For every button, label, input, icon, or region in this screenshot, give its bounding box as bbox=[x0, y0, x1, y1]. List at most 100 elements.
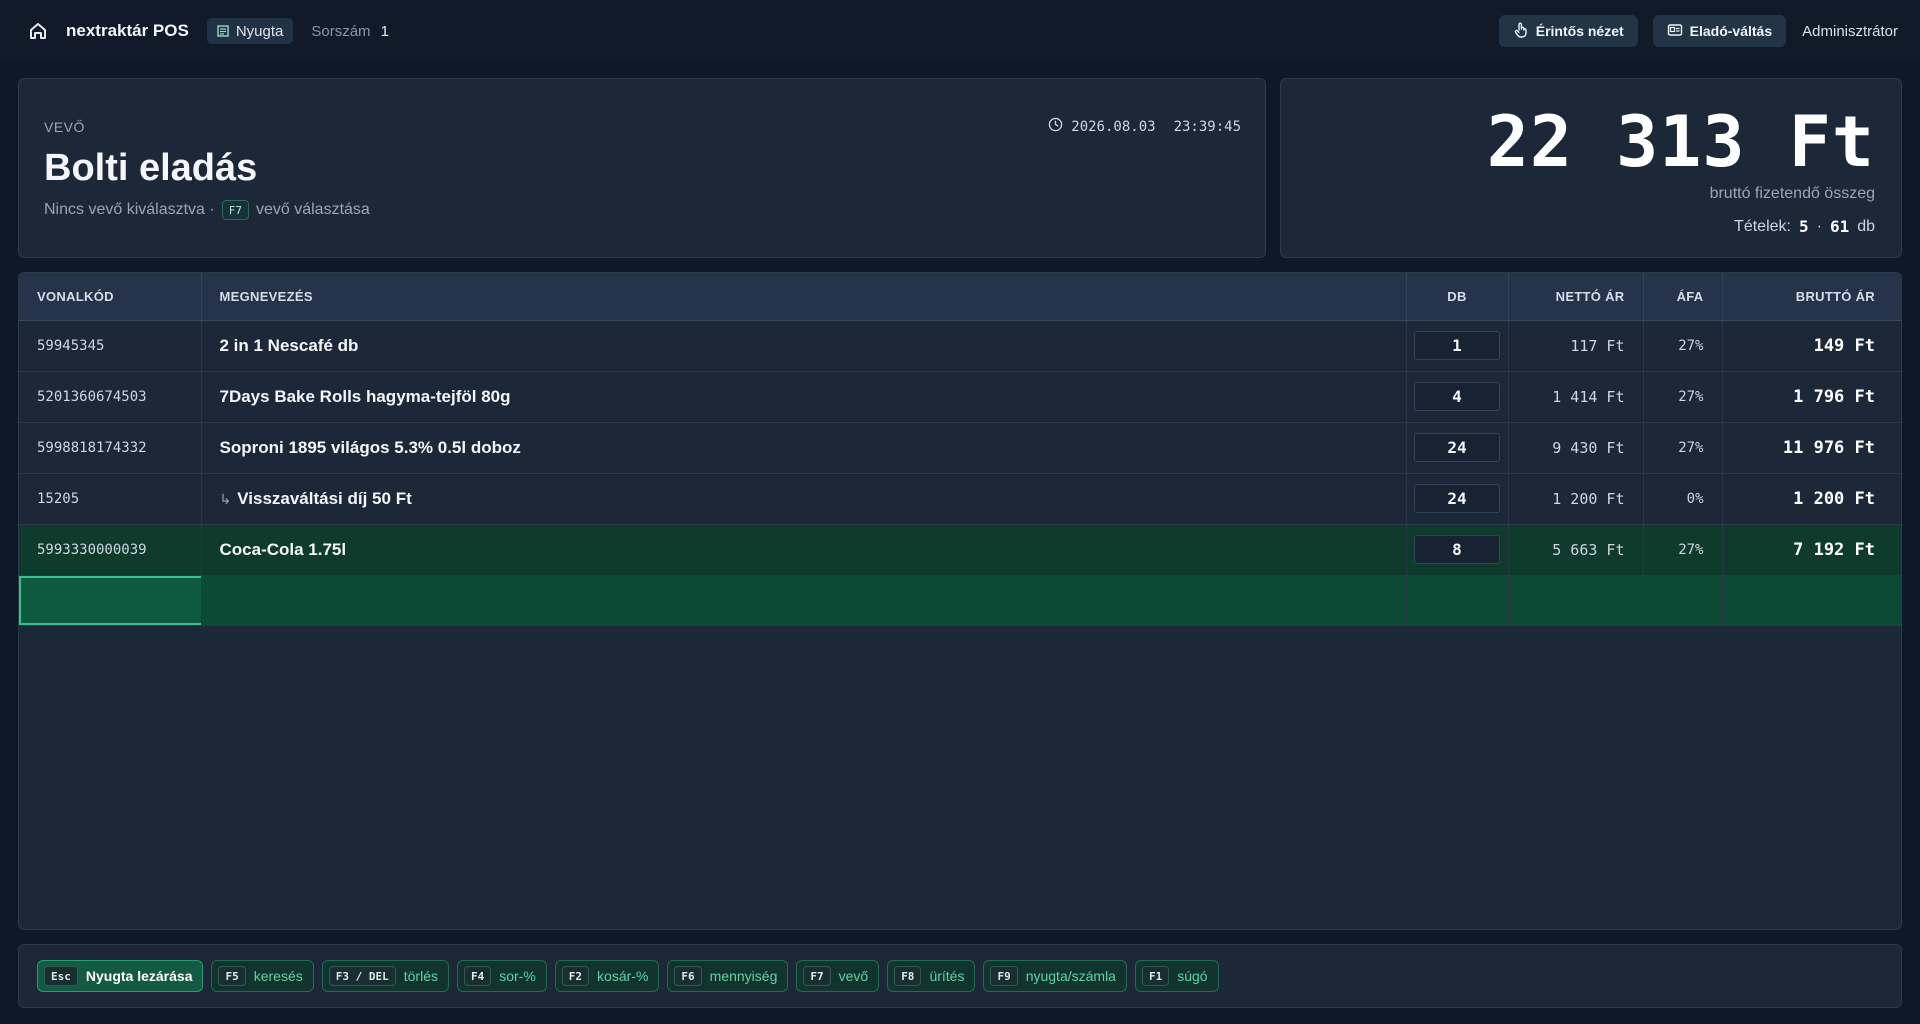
row-name: Visszaváltási díj 50 Ft bbox=[237, 488, 412, 508]
items-count: 5 bbox=[1798, 217, 1809, 236]
touch-view-label: Érintős nézet bbox=[1535, 23, 1624, 39]
customer-panel: VEVŐ Bolti eladás Nincs vevő kiválasztva… bbox=[18, 78, 1266, 258]
entry-empty-cell bbox=[1643, 575, 1723, 626]
row-vat: 27% bbox=[1643, 422, 1723, 474]
row-gross-price: 7 192 Ft bbox=[1722, 524, 1901, 576]
shortcut-key: F4 bbox=[463, 966, 492, 986]
customer-select-action[interactable]: vevő választása bbox=[256, 201, 370, 219]
shortcut-key: F6 bbox=[674, 966, 702, 986]
qty-unit: db bbox=[1857, 217, 1875, 235]
receipt-invoice-shortcut-button[interactable]: F9 nyugta/számla bbox=[983, 960, 1127, 992]
clear-shortcut-button[interactable]: F8 ürítés bbox=[887, 960, 976, 992]
items-table-panel: VONALKÓD MEGNEVEZÉS DB NETTÓ ÁR ÁFA BRUT… bbox=[18, 272, 1902, 930]
row-vat: 0% bbox=[1643, 473, 1723, 525]
row-qty-cell: 4 bbox=[1406, 371, 1509, 423]
row-net-price: 1 200 Ft bbox=[1508, 473, 1644, 525]
table-header-row: VONALKÓD MEGNEVEZÉS DB NETTÓ ÁR ÁFA BRUT… bbox=[19, 273, 1901, 321]
customer-status: Nincs vevő kiválasztva · F7 vevő választ… bbox=[44, 200, 370, 220]
row-name-cell: ↳ Visszaváltási díj 50 Ft bbox=[201, 473, 1407, 525]
shortcut-key: F3 / DEL bbox=[328, 966, 396, 986]
row-qty-cell: 24 bbox=[1406, 422, 1509, 474]
row-qty-cell: 1 bbox=[1406, 320, 1509, 372]
barcode-entry-input[interactable] bbox=[19, 576, 205, 626]
header-vat[interactable]: ÁFA bbox=[1643, 273, 1723, 321]
items-table: VONALKÓD MEGNEVEZÉS DB NETTÓ ÁR ÁFA BRUT… bbox=[19, 273, 1901, 626]
shortcut-label: mennyiség bbox=[709, 968, 778, 984]
shortcut-label: ürítés bbox=[929, 968, 965, 984]
touch-view-button[interactable]: Érintős nézet bbox=[1498, 15, 1638, 47]
row-gross-price: 1 200 Ft bbox=[1722, 473, 1901, 525]
home-icon[interactable] bbox=[26, 19, 50, 43]
doc-type-label: Nyugta bbox=[235, 22, 284, 40]
seller-switch-button[interactable]: Eladó-váltás bbox=[1652, 15, 1787, 47]
header-barcode[interactable]: VONALKÓD bbox=[19, 273, 202, 321]
receipt-time: 23:39:45 bbox=[1173, 118, 1241, 135]
table-row[interactable]: 5201360674503 7Days Bake Rolls hagyma-te… bbox=[19, 371, 1901, 423]
row-qty-input[interactable]: 1 bbox=[1414, 331, 1500, 360]
quantity-shortcut-button[interactable]: F6 mennyiség bbox=[667, 960, 789, 992]
shortcut-key: F2 bbox=[561, 966, 590, 986]
shortcut-label: kosár-% bbox=[597, 968, 649, 984]
shortcut-key: F1 bbox=[1141, 966, 1170, 986]
row-name: 2 in 1 Nescafé db bbox=[201, 320, 1407, 372]
table-row-selected[interactable]: 5993330000039 Coca-Cola 1.75l 8 5 663 Ft… bbox=[19, 524, 1901, 576]
top-bar: nextraktár POS Nyugta Sorszám 1 Érintős … bbox=[0, 0, 1920, 62]
delete-shortcut-button[interactable]: F3 / DEL törlés bbox=[321, 960, 449, 992]
clock-icon bbox=[1048, 117, 1063, 136]
shortcut-label: sor-% bbox=[499, 968, 536, 984]
shortcut-key: Esc bbox=[44, 966, 78, 986]
cart-discount-shortcut-button[interactable]: F2 kosár-% bbox=[554, 960, 660, 992]
sub-item-arrow-icon: ↳ bbox=[219, 490, 232, 507]
total-subtitle: bruttó fizetendő összeg bbox=[1709, 185, 1875, 202]
customer-name: Bolti eladás bbox=[44, 147, 258, 189]
doc-type-chip[interactable]: Nyugta bbox=[206, 18, 294, 44]
header-name[interactable]: MEGNEVEZÉS bbox=[201, 273, 1407, 321]
table-row[interactable]: 5998818174332 Soproni 1895 világos 5.3% … bbox=[19, 422, 1901, 474]
shortcut-label: törlés bbox=[403, 968, 438, 984]
row-name: Soproni 1895 világos 5.3% 0.5l doboz bbox=[201, 422, 1407, 474]
entry-empty-cell bbox=[1722, 575, 1901, 626]
header-gross-price[interactable]: BRUTTÓ ÁR bbox=[1722, 273, 1901, 321]
entry-empty-cell bbox=[1508, 575, 1644, 626]
seller-switch-label: Eladó-váltás bbox=[1689, 23, 1773, 39]
help-shortcut-button[interactable]: F1 súgó bbox=[1134, 960, 1219, 992]
entry-row bbox=[19, 575, 1901, 626]
shortcut-key: F7 bbox=[803, 966, 831, 986]
row-barcode: 15205 bbox=[19, 473, 202, 525]
shortcut-key: F5 bbox=[218, 966, 246, 986]
customer-select-key[interactable]: F7 bbox=[221, 200, 249, 220]
receipt-icon bbox=[217, 25, 229, 37]
table-row[interactable]: 15205 ↳ Visszaváltási díj 50 Ft 24 1 200 … bbox=[19, 473, 1901, 525]
row-qty-input[interactable]: 24 bbox=[1414, 433, 1500, 462]
row-net-price: 1 414 Ft bbox=[1508, 371, 1644, 423]
shortcut-key: F8 bbox=[894, 966, 922, 986]
close-receipt-button[interactable]: Esc Nyugta lezárása bbox=[37, 960, 204, 992]
id-card-icon bbox=[1667, 22, 1683, 41]
search-shortcut-button[interactable]: F5 keresés bbox=[211, 960, 314, 992]
row-discount-shortcut-button[interactable]: F4 sor-% bbox=[456, 960, 547, 992]
total-items: Tételek: 5 · 61 db bbox=[1734, 217, 1875, 236]
current-user[interactable]: Adminisztrátor bbox=[1802, 23, 1898, 40]
customer-status-text: Nincs vevő kiválasztva · bbox=[44, 201, 215, 218]
customer-shortcut-button[interactable]: F7 vevő bbox=[796, 960, 880, 992]
shortcut-label: nyugta/számla bbox=[1025, 968, 1116, 984]
row-qty-input[interactable]: 8 bbox=[1414, 535, 1500, 564]
serial-value: 1 bbox=[380, 22, 389, 40]
shortcut-label: vevő bbox=[838, 968, 869, 984]
row-vat: 27% bbox=[1643, 320, 1723, 372]
row-net-price: 5 663 Ft bbox=[1508, 524, 1644, 576]
receipt-date: 2026.08.03 bbox=[1071, 118, 1156, 135]
row-barcode: 5201360674503 bbox=[19, 371, 202, 423]
serial-number: Sorszám 1 bbox=[311, 23, 389, 40]
table-row[interactable]: 59945345 2 in 1 Nescafé db 1 117 Ft 27% … bbox=[19, 320, 1901, 372]
row-net-price: 9 430 Ft bbox=[1508, 422, 1644, 474]
customer-label: VEVŐ bbox=[44, 119, 85, 135]
header-qty[interactable]: DB bbox=[1406, 273, 1509, 321]
shortcut-key: F9 bbox=[990, 966, 1018, 986]
row-gross-price: 11 976 Ft bbox=[1722, 422, 1901, 474]
row-qty-input[interactable]: 4 bbox=[1414, 382, 1500, 411]
header-net-price[interactable]: NETTÓ ÁR bbox=[1508, 273, 1644, 321]
row-qty-input[interactable]: 24 bbox=[1414, 484, 1500, 513]
row-name: Coca-Cola 1.75l bbox=[201, 524, 1407, 576]
qty-total: 61 bbox=[1829, 217, 1850, 236]
